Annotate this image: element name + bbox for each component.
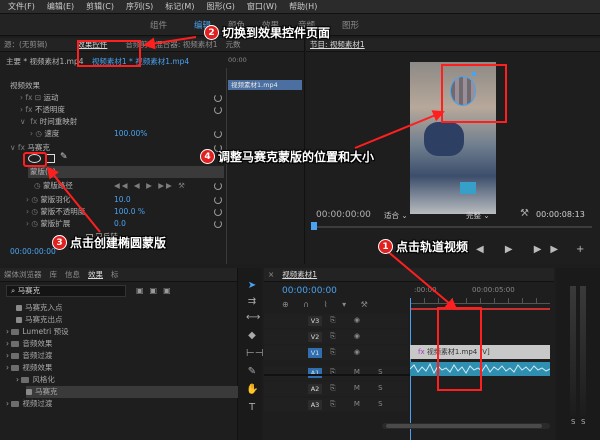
arrow-3 bbox=[46, 166, 101, 233]
callout-3: 3 点击创建椭圆蒙版 bbox=[52, 234, 166, 251]
annotation-arrows bbox=[46, 36, 458, 311]
arrow-4 bbox=[354, 110, 445, 149]
arrow-2 bbox=[143, 36, 197, 50]
callout-2: 2 切换到效果控件页面 bbox=[204, 24, 330, 41]
callout-4: 4 调整马赛克蒙版的位置和大小 bbox=[200, 148, 374, 165]
callout-1: 1 点击轨道视频 bbox=[378, 238, 468, 255]
